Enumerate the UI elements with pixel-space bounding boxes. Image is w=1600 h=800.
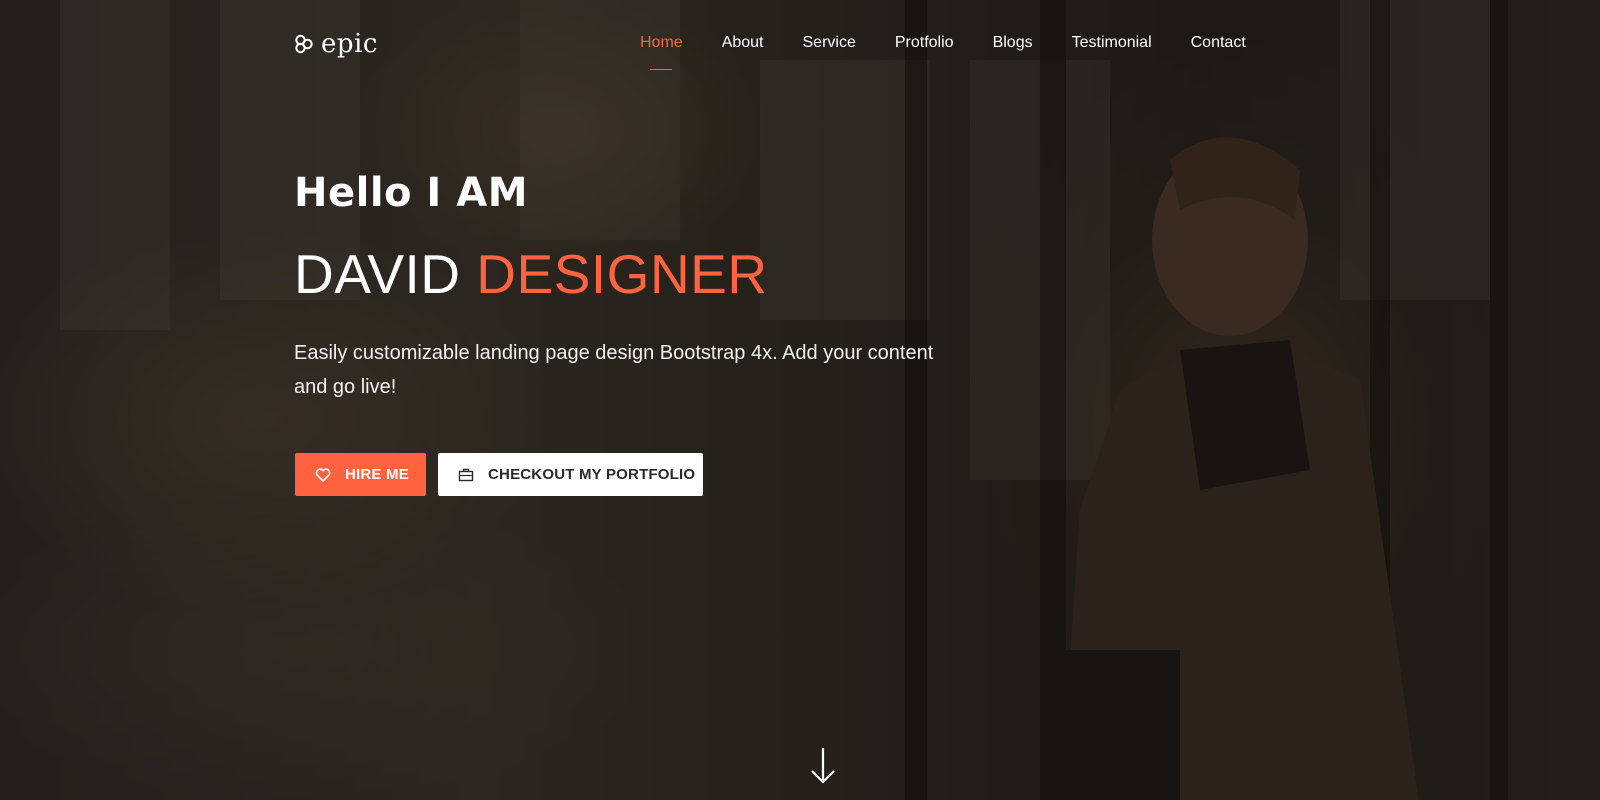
portfolio-button[interactable]: CHECKOUT MY PORTFOLIO [438,453,703,496]
nav-item-protfolio[interactable]: Protfolio [895,33,954,53]
nav-item-contact[interactable]: Contact [1191,33,1246,53]
nav-item-about[interactable]: About [722,33,764,53]
nav-item-testimonial[interactable]: Testimonial [1072,33,1152,53]
hero-greeting: Hello I AM [294,170,529,216]
nav-item-service[interactable]: Service [803,33,856,53]
briefcase-icon [458,467,474,483]
heart-icon [315,467,331,483]
main-nav: Home About Service Protfolio Blogs Testimonia… [640,33,1246,53]
hero-name-accent: DESIGNER [476,243,768,305]
logo[interactable]: epic [294,28,378,60]
logo-text: epic [321,29,378,59]
nav-item-blogs[interactable]: Blogs [993,33,1033,53]
hire-me-button[interactable]: HIRE ME [295,453,426,496]
hero-description: Easily customizable landing page design … [294,342,934,398]
portfolio-label: CHECKOUT MY PORTFOLIO [488,466,696,483]
hero-name: DAVID DESIGNER [294,242,768,306]
nav-item-home[interactable]: Home [640,33,683,53]
hire-me-label: HIRE ME [345,466,409,483]
hexagon-cluster-icon [294,34,314,54]
arrow-down-icon[interactable] [810,747,836,785]
navbar: epic Home About Service Protfolio Blogs Testi… [0,0,1600,90]
hero-section: epic Home About Service Protfolio Blogs Testi… [0,0,1600,800]
hero-name-first: DAVID [294,243,461,305]
